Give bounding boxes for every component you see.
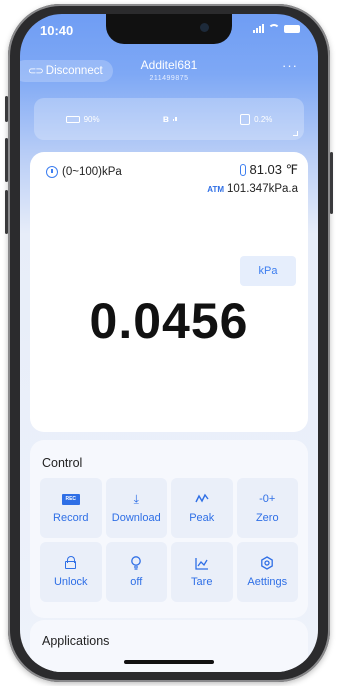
unlock-label: Unlock: [53, 576, 88, 588]
side-button-right: [330, 152, 333, 214]
gauge-icon: [46, 166, 58, 178]
backlight-button[interactable]: off: [105, 542, 167, 602]
measurement-card: (0~100)kPa 81.03 ℉ ATM 101.347kPa.a kPa …: [30, 152, 308, 432]
applications-panel: Applications: [30, 620, 308, 672]
pressure-reading: 0.0456: [89, 293, 249, 349]
battery-icon: [284, 25, 300, 33]
atm-value: 101.347kPa.a: [227, 183, 298, 195]
clock: 10:40: [40, 23, 74, 38]
signal-icon: [253, 24, 264, 33]
applications-title: Applications: [42, 634, 110, 648]
tare-icon: [195, 556, 209, 570]
zero-icon: -0+: [259, 493, 276, 505]
tare-button[interactable]: Tare: [171, 542, 233, 602]
control-grid: REC Record ⤓ Download Peak -0+ Zero Unlo…: [40, 478, 298, 602]
device-info-strip: 90% ʙ 0.2%: [34, 98, 304, 140]
sd-card-icon: [240, 113, 251, 125]
range-info: (0~100)kPa: [46, 166, 122, 178]
peak-label: Peak: [189, 512, 215, 524]
bluetooth-icon: ʙ: [162, 113, 169, 125]
settings-icon: [260, 556, 274, 570]
home-indicator[interactable]: [124, 660, 214, 664]
peak-icon: [195, 492, 209, 506]
bulb-icon: [130, 556, 142, 570]
unlock-button[interactable]: Unlock: [40, 542, 102, 602]
device-name: Additel681: [140, 58, 198, 72]
zero-label: Zero: [255, 512, 279, 524]
range-value: (0~100)kPa: [62, 166, 122, 178]
storage-status: 0.2%: [240, 113, 273, 125]
side-button-left: [5, 138, 8, 182]
record-button[interactable]: REC Record: [40, 478, 102, 538]
temperature-info: 81.03 ℉: [240, 162, 298, 178]
download-button[interactable]: ⤓ Download: [105, 478, 167, 538]
thermometer-icon: [240, 164, 247, 176]
atm-label: ATM: [207, 184, 225, 194]
settings-button[interactable]: Aettings: [236, 542, 298, 602]
battery-level-icon: [65, 115, 80, 123]
record-label: Record: [53, 512, 89, 524]
tare-label: Tare: [191, 576, 213, 588]
status-icons: [253, 24, 300, 33]
download-label: Download: [111, 512, 161, 524]
peak-button[interactable]: Peak: [171, 478, 233, 538]
unit-selector[interactable]: kPa: [240, 256, 296, 286]
bluetooth-status: ʙ: [163, 114, 177, 125]
battery-value: 90%: [83, 114, 100, 124]
control-panel: Control REC Record ⤓ Download Peak -0+ Z…: [30, 440, 308, 618]
settings-label: Aettings: [247, 576, 288, 588]
temperature-value: 81.03 ℉: [249, 162, 298, 177]
atmosphere-info: ATM 101.347kPa.a: [207, 183, 298, 195]
control-title: Control: [42, 456, 83, 470]
storage-value: 0.2%: [254, 114, 273, 124]
battery-status: 90%: [65, 114, 100, 124]
expand-icon[interactable]: [293, 131, 298, 136]
camera: [200, 23, 209, 32]
backlight-label: off: [130, 576, 143, 588]
more-icon[interactable]: ···: [282, 58, 298, 73]
app-screen: 10:40 ⊂⊃ Disconnect Additel681 211499875…: [20, 14, 318, 672]
record-icon: REC: [61, 492, 80, 506]
unlock-icon: [65, 556, 77, 570]
wifi-icon: [268, 24, 280, 33]
download-icon: ⤓: [133, 491, 139, 506]
bt-signal-icon: [172, 117, 177, 121]
device-serial: 211499875: [149, 75, 189, 82]
notch: [106, 14, 232, 44]
side-button-left: [5, 96, 8, 122]
side-button-left: [5, 190, 8, 234]
zero-button[interactable]: -0+ Zero: [236, 478, 298, 538]
